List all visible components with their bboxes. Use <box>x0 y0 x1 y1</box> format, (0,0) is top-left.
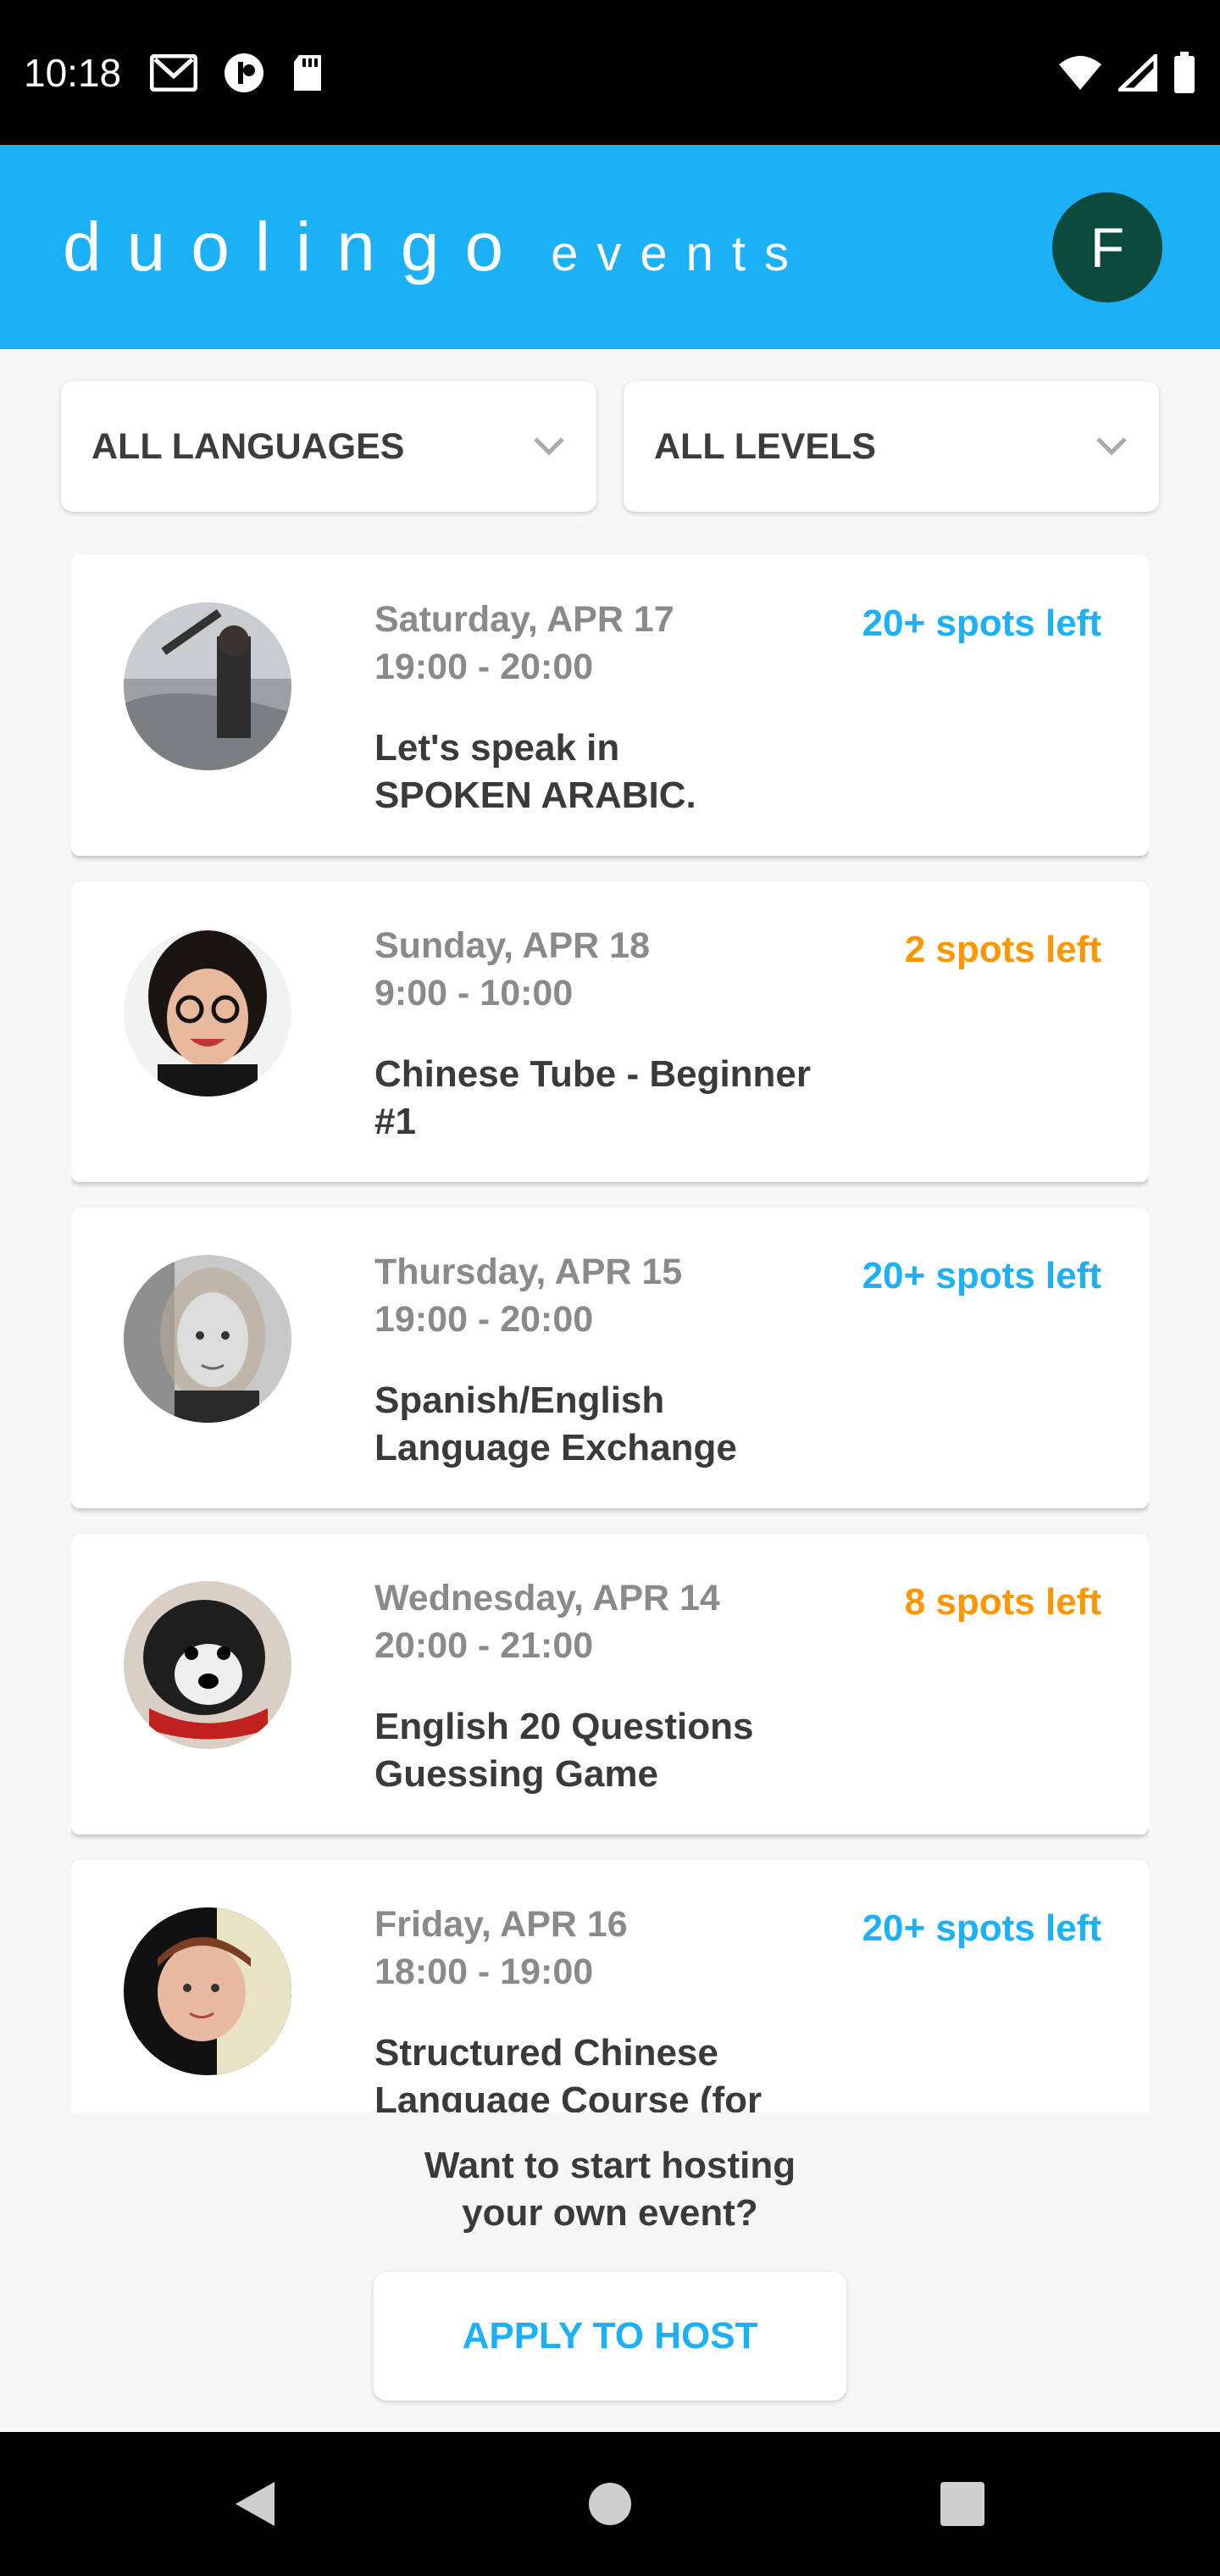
system-icons <box>1057 51 1196 94</box>
status-time: 10:18 <box>24 50 122 95</box>
recents-icon[interactable] <box>937 2479 988 2529</box>
spots-left-badge: 20+ spots left <box>862 1255 1101 1296</box>
event-date: Friday, APR 16 <box>374 1904 628 1945</box>
event-title-line: SPOKEN ARABIC. <box>374 774 696 816</box>
app-notification-icon <box>225 53 264 92</box>
host-photo <box>124 929 291 1096</box>
battery-icon <box>1174 51 1195 93</box>
event-title-line: Spanish/English <box>374 1380 665 1421</box>
brand-subtitle: events <box>551 225 807 281</box>
host-prompt-line: your own event? <box>462 2192 758 2234</box>
navigation-bar <box>0 2432 1220 2576</box>
event-datetime: Thursday, APR 15 19:00 - 20:00 <box>374 1248 682 1343</box>
host-photo <box>124 1255 291 1423</box>
gmail-icon <box>150 53 198 92</box>
event-card[interactable]: Thursday, APR 15 19:00 - 20:00 Spanish/E… <box>71 1208 1149 1508</box>
back-icon[interactable] <box>230 2479 281 2529</box>
event-title-line: Guessing Game <box>374 1753 659 1795</box>
event-title-line: Let's speak in <box>374 727 620 769</box>
level-filter-label: ALL LEVELS <box>654 425 877 467</box>
event-title-line: English 20 Questions <box>374 1706 754 1747</box>
event-datetime: Wednesday, APR 14 20:00 - 21:00 <box>374 1574 720 1669</box>
language-filter-label: ALL LANGUAGES <box>92 425 405 467</box>
event-list[interactable]: Saturday, APR 17 19:00 - 20:00 Let's spe… <box>71 555 1149 2112</box>
event-card[interactable]: Sunday, APR 18 9:00 - 10:00 Chinese Tube… <box>71 881 1149 1182</box>
profile-avatar-button[interactable]: F <box>1052 192 1162 303</box>
event-title-line: Language Course (for <box>374 2079 762 2112</box>
notification-icons <box>150 52 324 94</box>
event-datetime: Sunday, APR 18 9:00 - 10:00 <box>374 922 650 1017</box>
event-title: Structured Chinese Language Course (for <box>374 2029 883 2112</box>
event-date: Saturday, APR 17 <box>374 599 674 640</box>
event-time: 19:00 - 20:00 <box>374 647 594 687</box>
host-prompt-line: Want to start hosting <box>424 2145 796 2186</box>
host-photo <box>124 1907 291 2075</box>
language-filter-dropdown[interactable]: ALL LANGUAGES <box>61 381 596 512</box>
sd-card-icon <box>294 54 322 91</box>
event-title-line: Chinese Tube - Beginner <box>374 1053 812 1095</box>
spots-left-badge: 20+ spots left <box>862 1907 1101 1949</box>
chevron-down-icon <box>534 437 564 456</box>
event-card[interactable]: Wednesday, APR 14 20:00 - 21:00 English … <box>71 1534 1149 1835</box>
brand-name: duolingo <box>63 208 530 286</box>
event-time: 19:00 - 20:00 <box>374 1299 594 1340</box>
event-time: 20:00 - 21:00 <box>374 1625 594 1666</box>
level-filter-dropdown[interactable]: ALL LEVELS <box>624 381 1159 512</box>
event-card[interactable]: Saturday, APR 17 19:00 - 20:00 Let's spe… <box>71 555 1149 856</box>
status-bar: 10:18 <box>0 0 1220 145</box>
spots-left-badge: 20+ spots left <box>862 602 1101 644</box>
event-date: Sunday, APR 18 <box>374 925 650 966</box>
event-datetime: Saturday, APR 17 19:00 - 20:00 <box>374 596 674 691</box>
event-time: 9:00 - 10:00 <box>374 973 574 1013</box>
event-title: Spanish/English Language Exchange <box>374 1377 883 1472</box>
avatar-initial: F <box>1090 216 1125 279</box>
event-title: Chinese Tube - Beginner #1 <box>374 1051 883 1146</box>
host-photo <box>124 1581 291 1749</box>
brand-logo: duolingo events <box>63 208 807 287</box>
spots-left-badge: 8 spots left <box>904 1581 1101 1623</box>
spots-left-badge: 2 spots left <box>904 929 1101 970</box>
event-time: 18:00 - 19:00 <box>374 1951 594 1992</box>
event-title: Let's speak in SPOKEN ARABIC. <box>374 724 883 819</box>
wifi-icon <box>1059 55 1101 90</box>
app-header: duolingo events F <box>0 145 1220 349</box>
event-title-line: Structured Chinese <box>374 2032 718 2074</box>
signal-icon <box>1118 53 1157 92</box>
event-card[interactable]: Friday, APR 16 18:00 - 19:00 Structured … <box>71 1860 1149 2112</box>
event-date: Wednesday, APR 14 <box>374 1578 720 1618</box>
chevron-down-icon <box>1096 437 1127 456</box>
event-date: Thursday, APR 15 <box>374 1252 683 1292</box>
apply-to-host-button[interactable]: APPLY TO HOST <box>374 2272 846 2401</box>
event-datetime: Friday, APR 16 18:00 - 19:00 <box>374 1901 628 1996</box>
event-title-line: #1 <box>374 1101 416 1142</box>
event-title: English 20 Questions Guessing Game <box>374 1703 883 1798</box>
home-icon[interactable] <box>585 2479 635 2529</box>
host-section: Want to start hosting your own event? AP… <box>0 2112 1220 2432</box>
host-photo <box>124 602 291 770</box>
host-prompt: Want to start hosting your own event? <box>356 2142 864 2237</box>
event-title-line: Language Exchange <box>374 1427 737 1468</box>
